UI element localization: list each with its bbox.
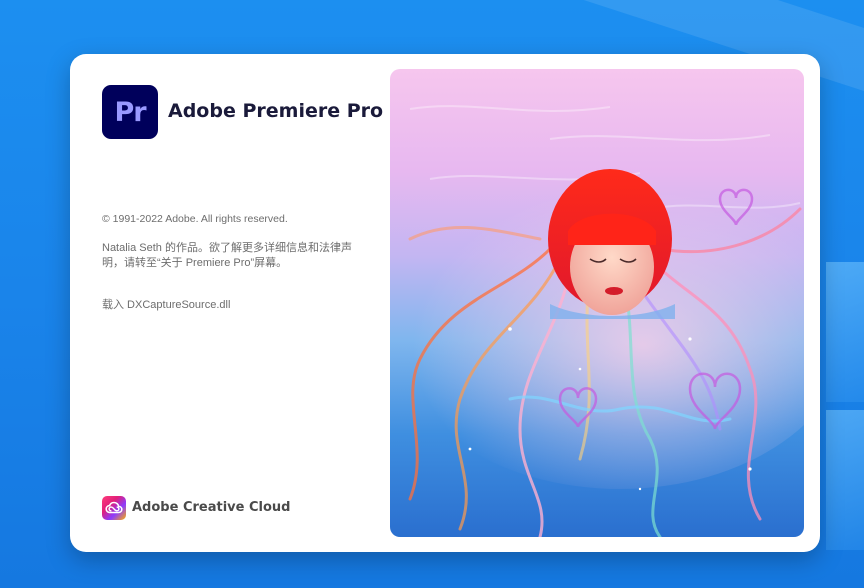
app-title: Adobe Premiere Pro <box>168 100 384 122</box>
creative-cloud-icon <box>102 496 126 520</box>
premiere-pro-icon: Pr <box>102 85 158 139</box>
artwork-credits: Natalia Seth 的作品。欲了解更多详细信息和法律声明，请转至“关于 P… <box>102 242 352 269</box>
splash-screen: Pr Adobe Premiere Pro © 1991-2022 Adobe.… <box>70 54 820 552</box>
splash-artwork <box>390 69 804 537</box>
loading-status: 载入 DXCaptureSource.dll <box>102 299 231 311</box>
copyright-text: © 1991-2022 Adobe. All rights reserved. <box>102 213 288 225</box>
app-icon-text: Pr <box>114 96 146 128</box>
footer-brand-text: Adobe Creative Cloud <box>132 500 291 515</box>
lips <box>605 287 623 295</box>
desktop-window-logo-pane-bottom <box>826 410 864 550</box>
desktop-window-logo-pane-top <box>826 262 864 402</box>
